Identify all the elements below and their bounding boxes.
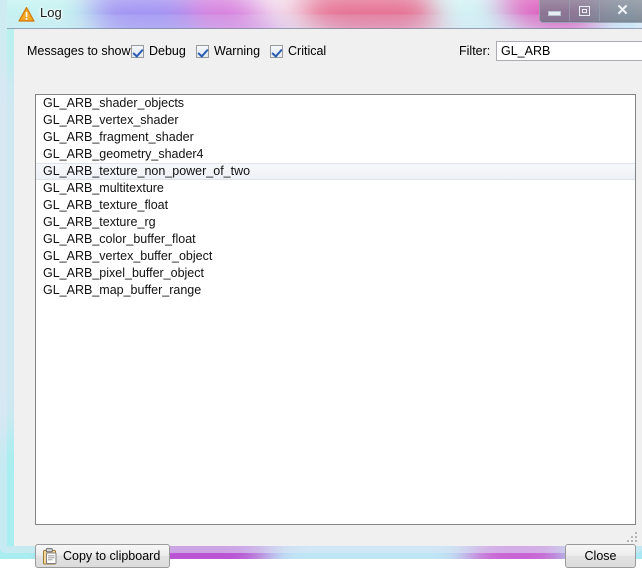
close-window-button[interactable]: ✕ xyxy=(600,0,642,21)
checkbox-debug[interactable]: Debug xyxy=(131,42,186,60)
log-list[interactable]: GL_ARB_shader_objects GL_ARB_vertex_shade… xyxy=(35,94,636,525)
log-window: Log ✕ Messages to show: Debug Warning Cr… xyxy=(0,0,642,568)
list-item[interactable]: GL_ARB_texture_rg xyxy=(36,214,635,231)
list-item[interactable]: GL_ARB_color_buffer_float xyxy=(36,231,635,248)
copy-to-clipboard-label: Copy to clipboard xyxy=(63,549,161,563)
filter-label: Filter: xyxy=(459,44,491,58)
minimize-button[interactable] xyxy=(540,0,570,21)
debug-checkbox-box[interactable] xyxy=(131,44,144,58)
list-item[interactable]: GL_ARB_pixel_buffer_object xyxy=(36,265,635,282)
filter-input[interactable] xyxy=(496,41,642,61)
list-item[interactable]: GL_ARB_texture_non_power_of_two xyxy=(36,163,635,180)
warning-checkbox-label: Warning xyxy=(214,44,261,58)
list-item[interactable]: GL_ARB_texture_float xyxy=(36,197,635,214)
checkbox-warning[interactable]: Warning xyxy=(196,42,260,60)
warning-triangle-icon xyxy=(18,6,35,23)
close-dialog-label: Close xyxy=(584,549,617,563)
list-item[interactable]: GL_ARB_multitexture xyxy=(36,180,635,197)
list-item[interactable]: GL_ARB_map_buffer_range xyxy=(36,282,635,299)
clipboard-icon xyxy=(42,547,58,565)
messages-to-show-label: Messages to show: xyxy=(27,44,134,58)
maximize-button[interactable] xyxy=(570,0,600,21)
maximize-icon xyxy=(579,5,590,16)
close-dialog-button[interactable]: Close xyxy=(565,544,636,568)
debug-checkbox-label: Debug xyxy=(149,44,186,58)
filter-toolbar: Messages to show: Debug Warning Critical… xyxy=(27,41,642,62)
list-item[interactable]: GL_ARB_vertex_shader xyxy=(36,112,635,129)
window-client-area: Messages to show: Debug Warning Critical… xyxy=(14,29,642,568)
window-title: Log xyxy=(40,5,62,20)
window-controls: ✕ xyxy=(539,0,642,23)
list-item[interactable]: GL_ARB_fragment_shader xyxy=(36,129,635,146)
critical-checkbox-label: Critical xyxy=(288,44,327,58)
copy-to-clipboard-button[interactable]: Copy to clipboard xyxy=(35,544,171,568)
minimize-icon xyxy=(548,11,561,16)
close-icon: ✕ xyxy=(616,2,629,19)
list-item[interactable]: GL_ARB_vertex_buffer_object xyxy=(36,248,635,265)
checkbox-critical[interactable]: Critical xyxy=(270,42,326,60)
window-titlebar[interactable]: Log ✕ xyxy=(7,0,642,29)
list-item[interactable]: GL_ARB_geometry_shader4 xyxy=(36,146,635,163)
critical-checkbox-box[interactable] xyxy=(270,44,283,58)
warning-checkbox-box[interactable] xyxy=(196,44,209,58)
list-item[interactable]: GL_ARB_shader_objects xyxy=(36,95,635,112)
resize-grip[interactable] xyxy=(626,531,638,543)
